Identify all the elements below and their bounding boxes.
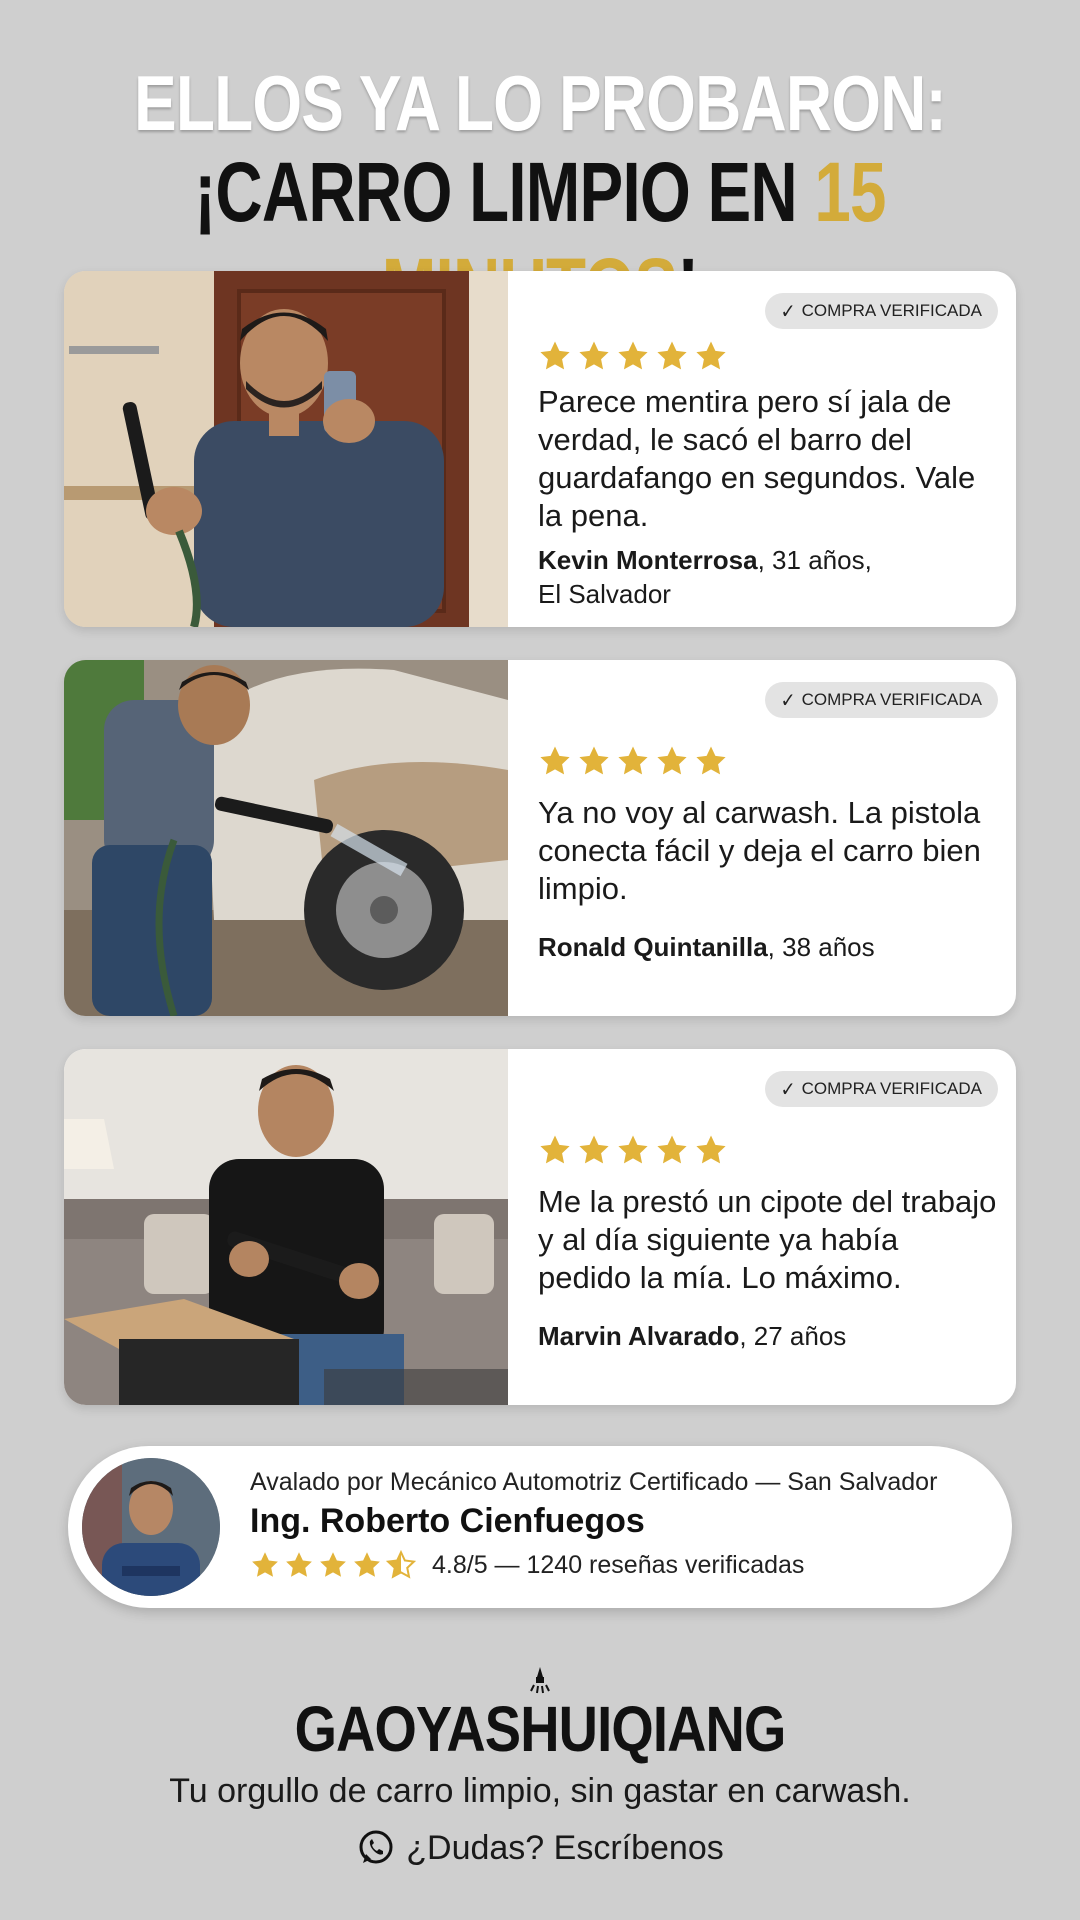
headline-line2-prefix: ¡CARRO LIMPIO EN [194, 145, 815, 239]
verified-badge-label: COMPRA VERIFICADA [801, 301, 982, 320]
star-icon [696, 341, 726, 370]
testimonial-author: Kevin Monterrosa, 31 años, El Salvador [538, 543, 998, 611]
testimonial-quote: Parece mentira pero sí jala de verdad, l… [538, 384, 976, 533]
testimonial-card: ✓ COMPRA VERIFICADA Ya no voy al carwash… [64, 660, 1016, 1016]
testimonial-author: Marvin Alvarado, 27 años [538, 1319, 998, 1353]
brand-tagline: Tu orgullo de carro limpio, sin gastar e… [169, 1772, 911, 1810]
star-icon [696, 746, 726, 775]
testimonial-quote: Me la prestó un cipote del trabajo y al … [538, 1184, 997, 1295]
verified-badge: ✓ COMPRA VERIFICADA [764, 682, 998, 718]
brand-name: GAOYASHUIQIANG [294, 1693, 787, 1765]
star-rating [538, 1133, 728, 1167]
testimonial-photo [64, 660, 508, 1016]
star-rating [538, 744, 728, 778]
testimonial-quote: Ya no voy al carwash. La pistola conecta… [538, 795, 981, 906]
author-name: Kevin Monterrosa [538, 545, 758, 575]
author-location: El Salvador [538, 579, 671, 609]
author-name: Marvin Alvarado [538, 1321, 740, 1351]
contact-link[interactable]: ¿Dudas? Escríbenos [0, 1828, 1080, 1868]
verified-badge: ✓ COMPRA VERIFICADA [764, 1071, 998, 1107]
star-icon [320, 1552, 346, 1577]
endorsement-rating: 4.8/5 — 1240 reseñas verificadas [250, 1550, 804, 1580]
star-icon [354, 1552, 380, 1577]
star-icon [579, 341, 609, 370]
star-icon [618, 746, 648, 775]
checkmark-icon: ✓ [780, 689, 796, 712]
testimonial-photo [64, 271, 508, 627]
verified-badge-label: COMPRA VERIFICADA [801, 1079, 982, 1098]
star-icon [286, 1552, 312, 1577]
star-icon [657, 746, 687, 775]
avatar [82, 1458, 220, 1596]
testimonial-author: Ronald Quintanilla, 38 años [538, 930, 998, 964]
star-icon [540, 1135, 570, 1164]
half-star-icon [386, 1550, 416, 1579]
star-icon [618, 1135, 648, 1164]
testimonial-photo [64, 1049, 508, 1405]
endorsement-subtitle: Avalado por Mecánico Automotriz Certific… [250, 1468, 938, 1496]
star-icon [657, 1135, 687, 1164]
star-rating [538, 339, 728, 373]
endorser-name: Ing. Roberto Cienfuegos [250, 1502, 645, 1540]
contact-label[interactable]: ¿Dudas? Escríbenos [406, 1829, 724, 1868]
verified-badge: ✓ COMPRA VERIFICADA [764, 293, 998, 329]
author-detail: , 38 años [767, 932, 875, 962]
star-icon [696, 1135, 726, 1164]
star-icon [540, 341, 570, 370]
checkmark-icon: ✓ [780, 300, 796, 323]
whatsapp-icon [359, 1830, 393, 1864]
star-icon [579, 746, 609, 775]
brand-logo-icon [530, 1667, 550, 1694]
author-name: Ronald Quintanilla [538, 932, 768, 962]
headline-line1: ELLOS YA LO PROBARON: [133, 59, 947, 147]
testimonial-card: ✓ COMPRA VERIFICADA Me la prestó un cipo… [64, 1049, 1016, 1405]
star-icon [657, 341, 687, 370]
rating-text: 4.8/5 — 1240 reseñas verificadas [432, 1550, 805, 1579]
star-icon [540, 746, 570, 775]
author-detail: , 27 años [739, 1321, 847, 1351]
star-icon [252, 1552, 278, 1577]
endorsement-card: Avalado por Mecánico Automotriz Certific… [68, 1446, 1012, 1608]
star-icon [579, 1135, 609, 1164]
star-icon [618, 341, 648, 370]
author-detail: , 31 años, [757, 545, 872, 575]
checkmark-icon: ✓ [780, 1078, 796, 1101]
verified-badge-label: COMPRA VERIFICADA [801, 690, 982, 709]
testimonial-card: ✓ COMPRA VERIFICADA Parece mentira pero … [64, 271, 1016, 627]
